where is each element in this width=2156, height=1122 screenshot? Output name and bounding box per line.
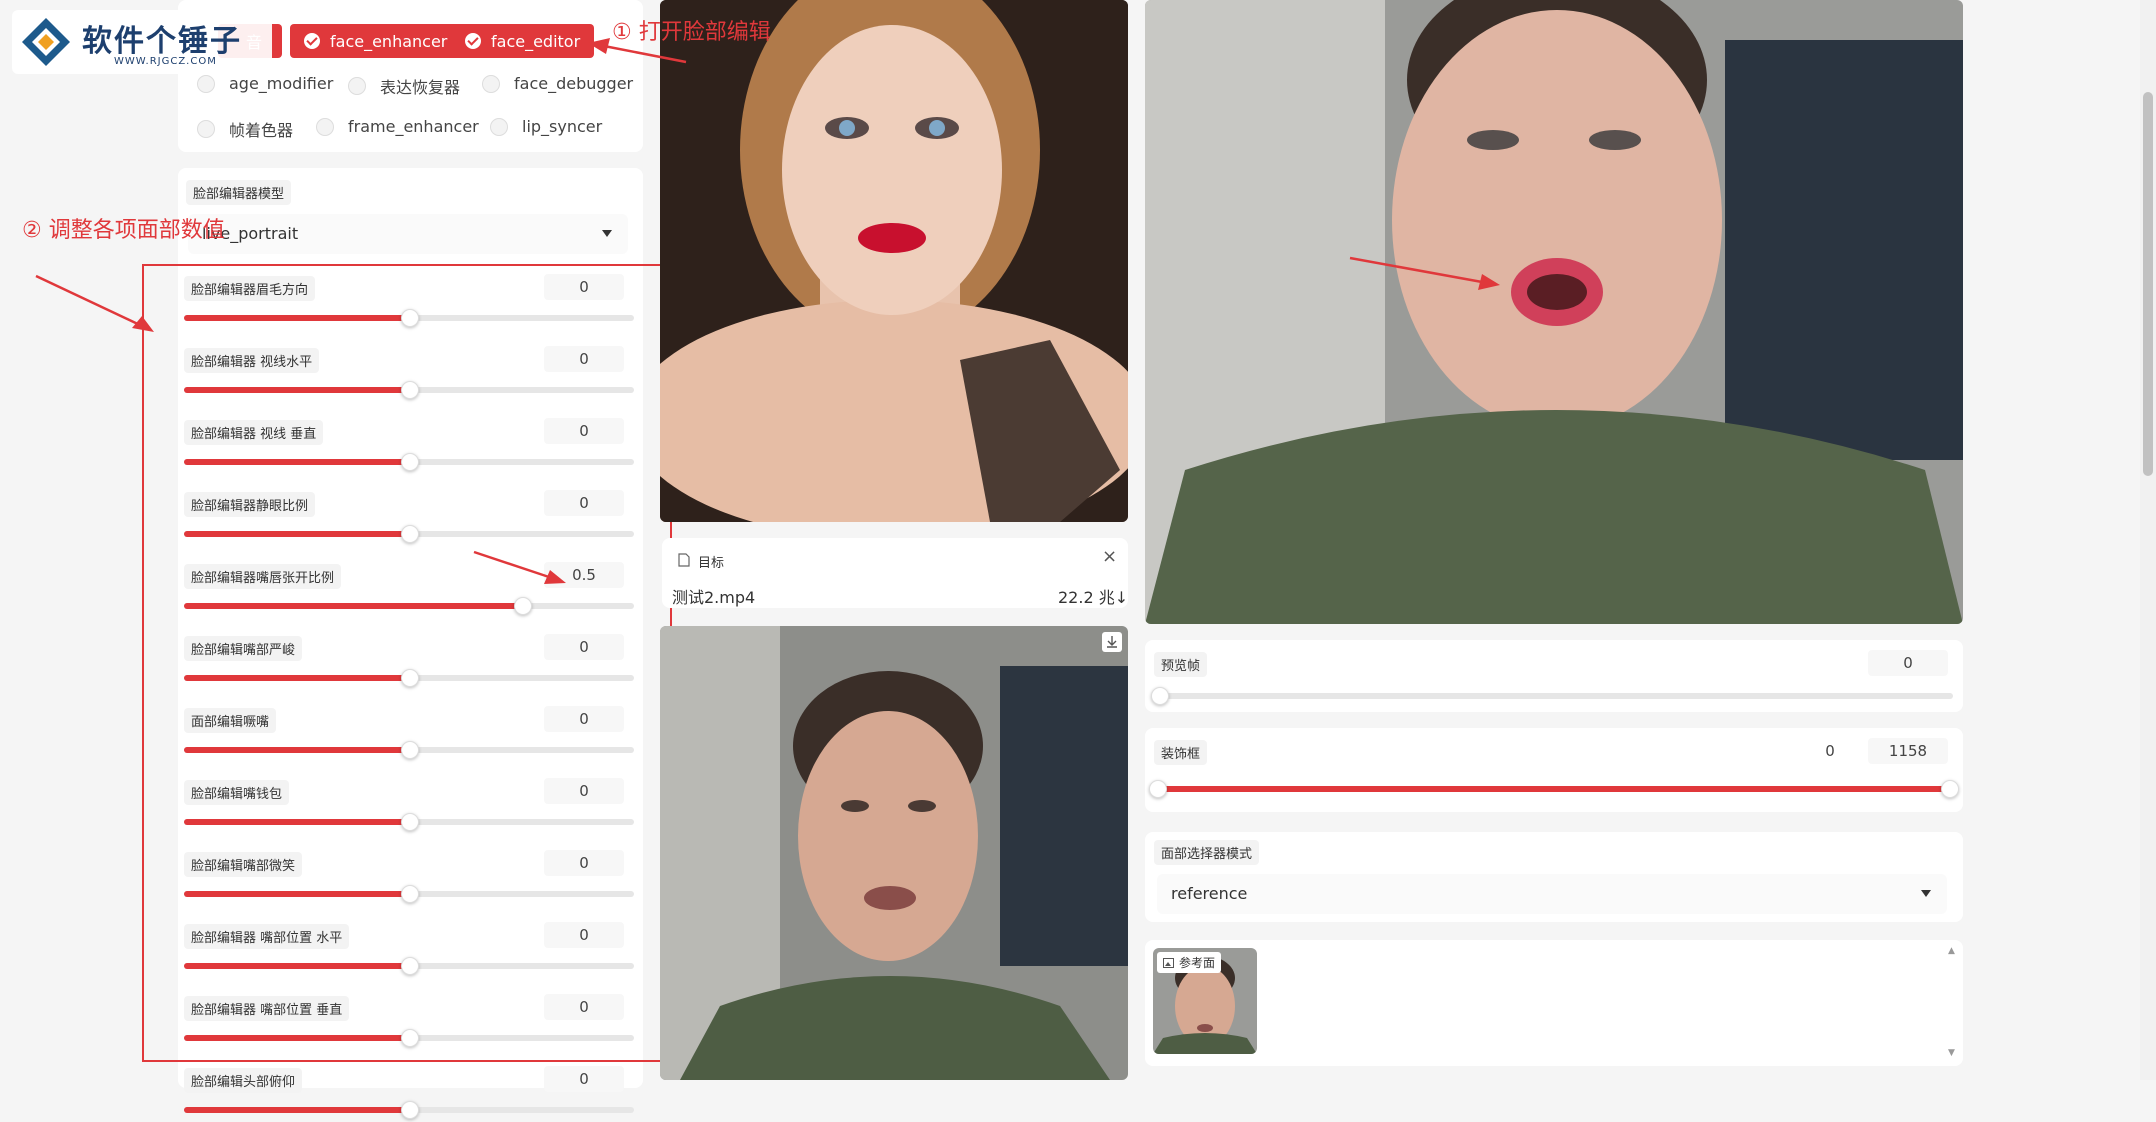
face-selector-mode-dropdown[interactable]: reference — [1157, 874, 1947, 914]
download-icon[interactable] — [1102, 632, 1122, 652]
annotation-arrow-icon — [1349, 256, 1500, 290]
logo-mark-icon — [22, 18, 70, 66]
trim-frame-start[interactable]: 0 — [1790, 738, 1870, 764]
processor-lip-syncer[interactable]: lip_syncer — [490, 117, 602, 136]
slider-value-input[interactable]: 0 — [544, 1066, 624, 1092]
trim-frame-label: 装饰框 — [1154, 740, 1208, 765]
output-preview-image — [1145, 0, 1963, 624]
face-selector-mode-value: reference — [1171, 884, 1248, 903]
target-filesize: 22.2 兆↓ — [1058, 588, 1129, 607]
processor-frame-colorizer[interactable]: 帧着色器 — [197, 117, 293, 141]
target-video-preview — [660, 626, 1128, 1080]
slider-track[interactable] — [184, 1101, 634, 1119]
processor-label: age_modifier — [229, 74, 334, 93]
processor-label: face_debugger — [514, 74, 634, 93]
checkbox-checked-icon — [304, 33, 320, 49]
target-filename[interactable]: 测试2.mp4 — [672, 584, 755, 608]
close-icon[interactable]: × — [1102, 546, 1117, 567]
checkbox-icon — [197, 74, 215, 93]
processor-age-modifier[interactable]: age_modifier — [197, 74, 333, 93]
slider-knob-end[interactable] — [1941, 780, 1959, 798]
target-label: 目标 — [698, 556, 725, 571]
annotation-step2: ② 调整各项面部数值 — [22, 218, 225, 243]
processor-expression-restorer[interactable]: 表达恢复器 — [348, 74, 460, 98]
reference-face-label: 参考面 — [1179, 956, 1216, 970]
preview-frame-panel — [1145, 640, 1963, 712]
face-selector-mode-label: 面部选择器模式 — [1154, 840, 1260, 865]
output-face-frame — [1145, 0, 1963, 624]
reference-face-tag: 参考面 — [1157, 952, 1222, 973]
file-icon — [678, 553, 690, 567]
trim-frame-slider[interactable] — [1149, 780, 1959, 798]
processor-label: 表达恢复器 — [380, 78, 461, 97]
processor-face-editor[interactable]: face_editor — [451, 24, 595, 58]
processor-label: face_enhancer — [330, 31, 448, 51]
processor-label: frame_enhancer — [348, 117, 479, 136]
slider-fill — [184, 1107, 409, 1113]
page-scrollbar-thumb[interactable] — [2143, 92, 2153, 476]
scroll-up-icon[interactable]: ▲ — [1948, 946, 1955, 956]
processor-label: lip_syncer — [522, 117, 603, 136]
trim-frame-end[interactable]: 1158 — [1868, 738, 1948, 764]
processor-face-enhancer[interactable]: face_enhancer — [290, 24, 462, 58]
checkbox-icon — [490, 117, 508, 136]
editor-model-label: 脸部编辑器模型 — [186, 180, 292, 205]
processor-label: 帧着色器 — [229, 121, 294, 140]
annotation-highlight-box — [142, 264, 672, 1062]
watermark-url: WWW.RJGCZ.COM — [114, 56, 217, 67]
image-icon — [1163, 957, 1174, 968]
checkbox-icon — [348, 77, 366, 95]
annotation-arrow-icon — [35, 274, 154, 332]
chevron-down-icon — [602, 230, 612, 237]
processor-label: face_editor — [491, 31, 581, 51]
chevron-down-icon — [1921, 890, 1931, 897]
source-face-portrait — [660, 0, 1128, 522]
checkbox-checked-icon — [465, 33, 481, 49]
reference-face-thumbnail[interactable]: 参考面 — [1153, 948, 1257, 1054]
checkbox-icon — [482, 74, 500, 93]
annotation-arrow-icon — [588, 38, 687, 64]
editor-model-dropdown[interactable]: live_portrait — [188, 214, 628, 254]
slider-knob[interactable] — [401, 1101, 419, 1119]
watermark-logo: 软件个锤子 WWW.RJGCZ.COM — [12, 10, 272, 74]
checkbox-icon — [316, 117, 334, 136]
checkbox-icon — [197, 120, 215, 138]
watermark-title: 软件个锤子 — [82, 24, 242, 59]
reference-face-panel — [1145, 940, 1963, 1066]
preview-frame-slider[interactable] — [1151, 687, 1953, 705]
preview-frame-label: 预览帧 — [1154, 652, 1208, 677]
page-scrollbar[interactable] — [2140, 0, 2156, 1080]
processor-frame-enhancer[interactable]: frame_enhancer — [316, 117, 479, 136]
preview-frame-value[interactable]: 0 — [1868, 650, 1948, 676]
slider-knob[interactable] — [1151, 687, 1169, 705]
reference-scrollbar[interactable]: ▲ ▼ — [1948, 946, 1956, 1058]
annotation-arrow-icon — [473, 550, 566, 584]
processor-face-debugger[interactable]: face_debugger — [482, 74, 633, 93]
scroll-down-icon[interactable]: ▼ — [1948, 1048, 1955, 1058]
slider-label: 脸部编辑头部俯仰 — [184, 1068, 303, 1093]
face-editor-slider[interactable]: 脸部编辑头部俯仰 0 — [180, 1064, 642, 1122]
target-face-frame — [660, 626, 1128, 1080]
source-image — [660, 0, 1128, 522]
slider-knob-start[interactable] — [1149, 780, 1167, 798]
